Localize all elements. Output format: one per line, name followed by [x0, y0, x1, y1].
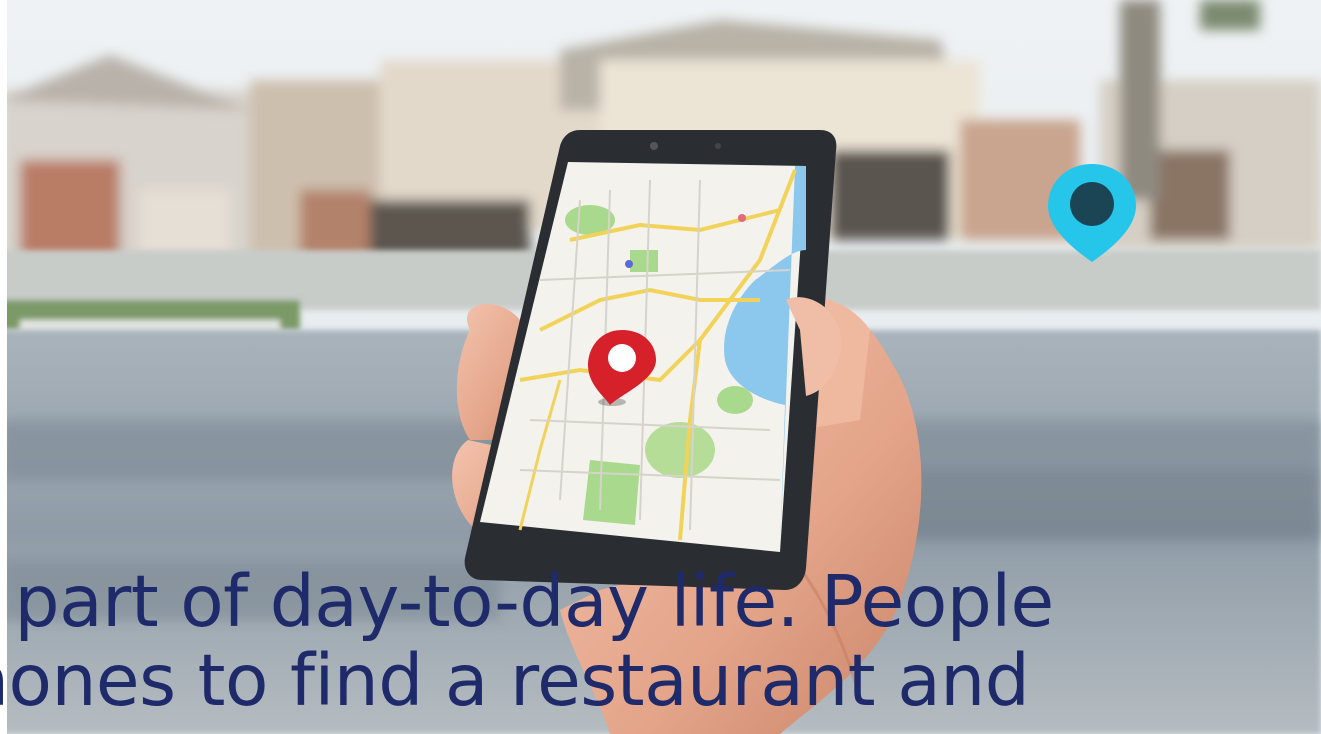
- caption-line-1: s part of day-to-day life. People: [0, 560, 1054, 643]
- photo-scene: s part of day-to-day life. People hones …: [0, 0, 1321, 734]
- caption-line-2: hones to find a restaurant and: [0, 639, 1030, 722]
